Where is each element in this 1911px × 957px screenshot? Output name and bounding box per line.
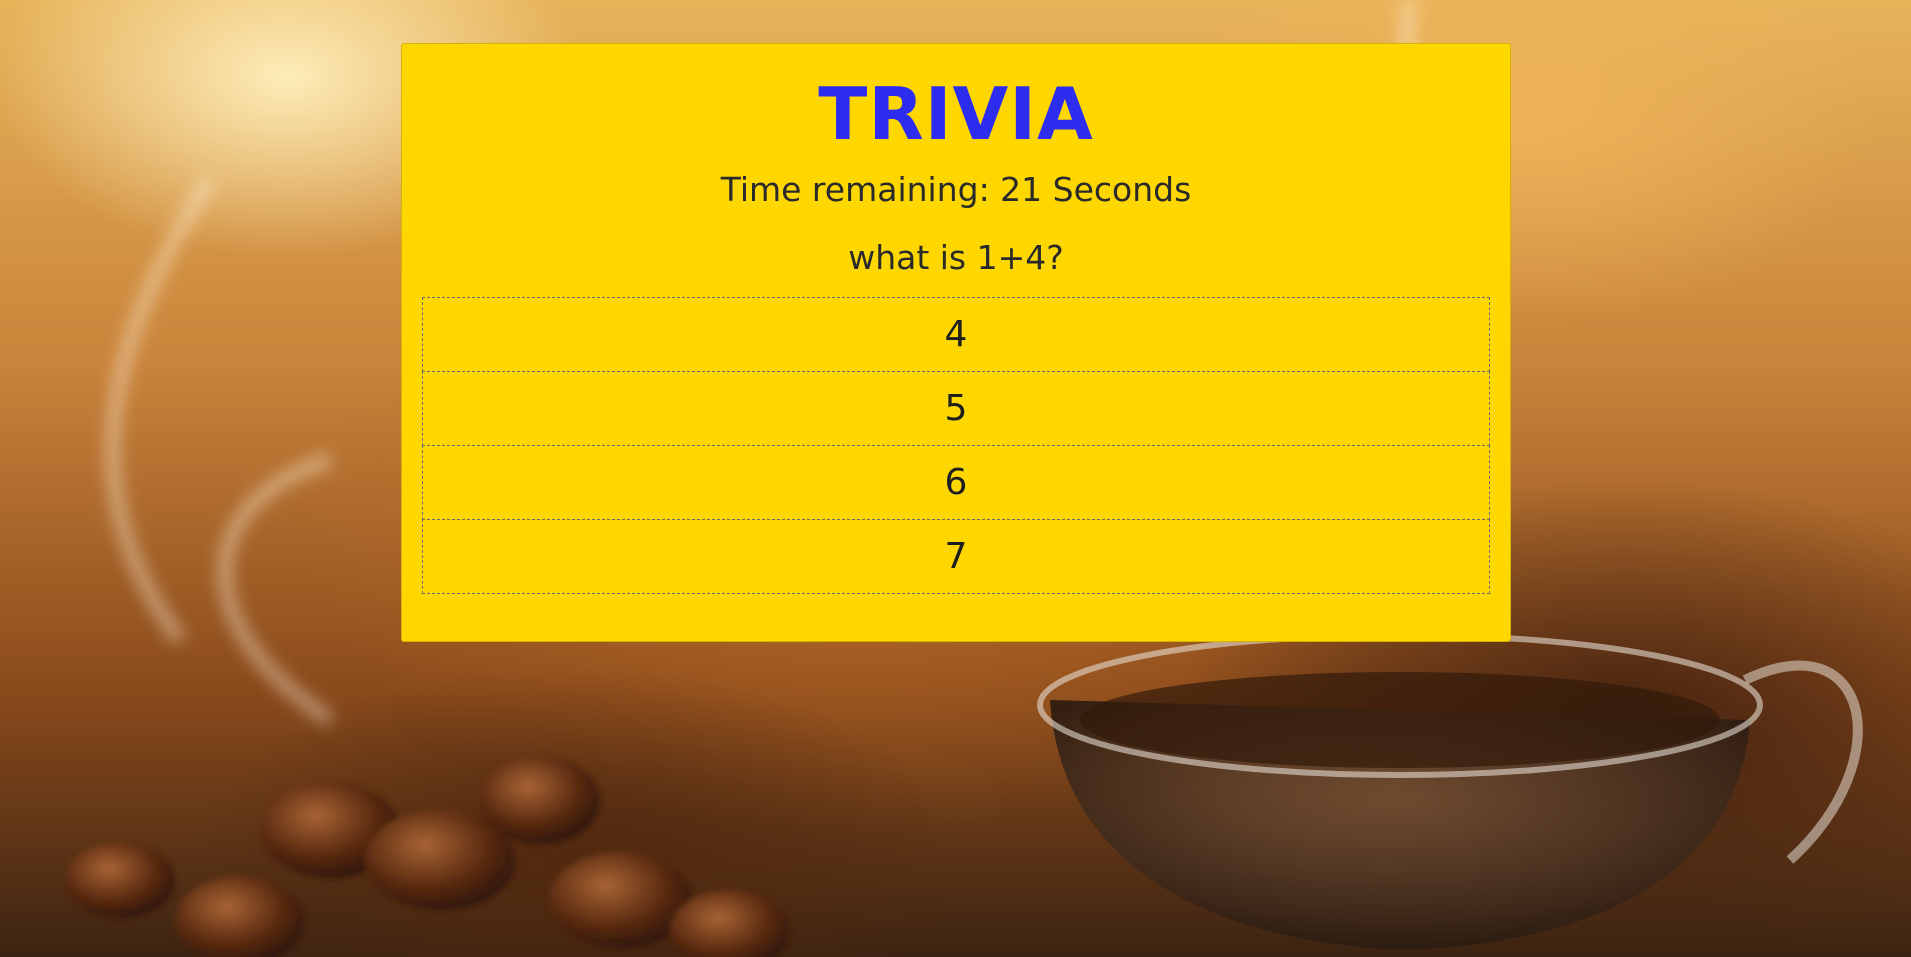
time-remaining: Time remaining: 21 Seconds	[720, 170, 1192, 209]
answer-option-1[interactable]: 4	[422, 297, 1490, 372]
trivia-card: TRIVIA Time remaining: 21 Seconds what i…	[401, 43, 1511, 642]
answer-option-2[interactable]: 5	[422, 371, 1490, 446]
question-text: what is 1+4?	[848, 238, 1064, 277]
answer-option-4[interactable]: 7	[422, 519, 1490, 594]
answer-list: 4 5 6 7	[422, 297, 1490, 594]
game-title: TRIVIA	[818, 72, 1094, 156]
answer-option-3[interactable]: 6	[422, 445, 1490, 520]
